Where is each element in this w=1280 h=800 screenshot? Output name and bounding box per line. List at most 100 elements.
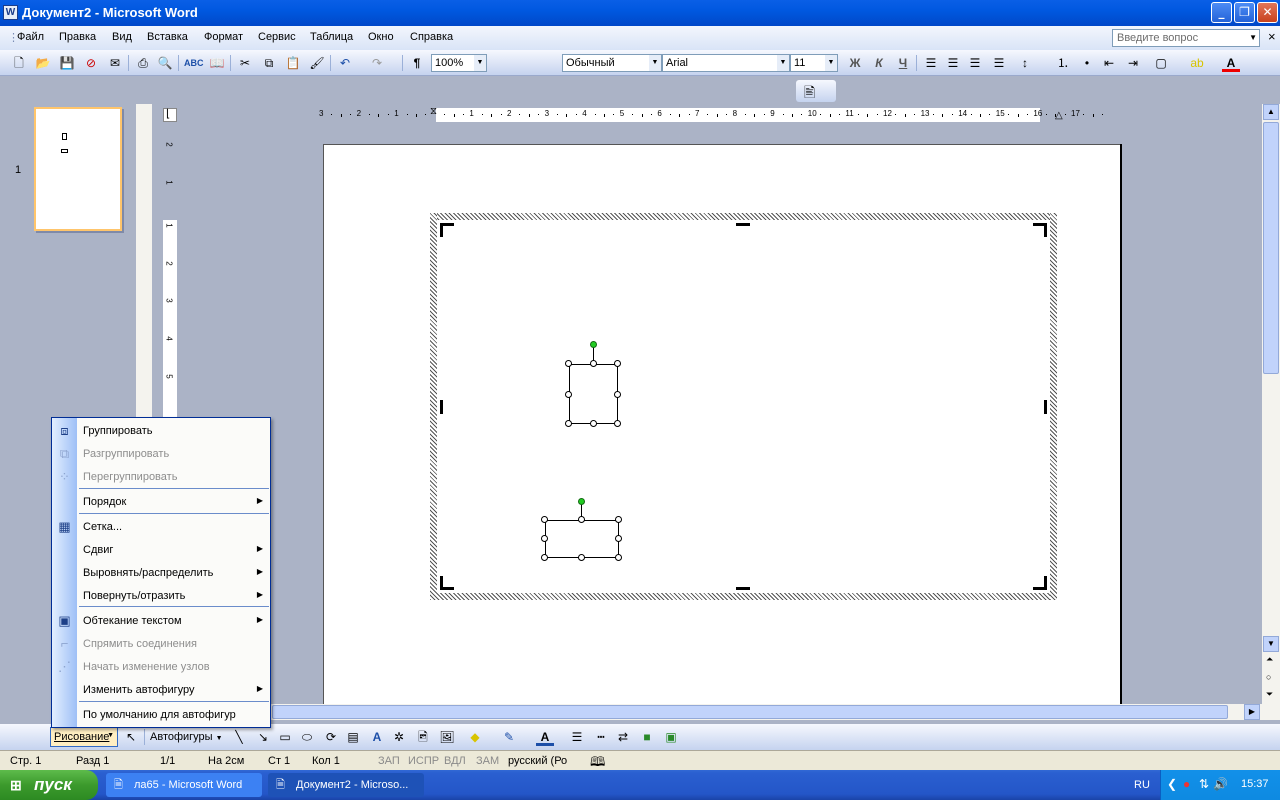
context-menu-item[interactable]: ⧈ Группировать	[52, 420, 270, 442]
scroll-right-icon[interactable]: ▶	[1244, 704, 1260, 720]
clipart-icon[interactable]: 🖻	[414, 728, 432, 746]
indent-marker-icon[interactable]: ⧖	[430, 106, 437, 117]
resize-handle[interactable]	[590, 360, 597, 367]
title-bar[interactable]: W Документ2 - Microsoft Word _ ❐ ✕	[0, 0, 1280, 26]
line-icon[interactable]: ╲	[230, 728, 248, 746]
font-select[interactable]: Arial ▼	[662, 54, 790, 72]
canvas-crop-handle[interactable]	[736, 587, 750, 590]
menu-insert[interactable]: Вставка	[147, 31, 188, 43]
resize-handle[interactable]	[565, 391, 572, 398]
resize-handle[interactable]	[565, 420, 572, 427]
status-ovr[interactable]: ЗАМ	[476, 755, 499, 767]
textbox-icon[interactable]: ⟳	[322, 728, 340, 746]
resize-handle[interactable]	[541, 535, 548, 542]
resize-handle[interactable]	[614, 360, 621, 367]
autoshapes-button[interactable]: Автофигуры ▼	[150, 731, 223, 743]
font-color-icon[interactable]: A	[1222, 54, 1240, 72]
resize-handle[interactable]	[541, 516, 548, 523]
network-icon[interactable]: ⇅	[1199, 777, 1209, 791]
save-icon[interactable]: 💾	[58, 54, 76, 72]
reading-layout-button[interactable]: 🖹	[796, 80, 836, 102]
zoom-select[interactable]: 100% ▼	[431, 54, 487, 72]
fill-color-icon[interactable]: ◆	[466, 728, 484, 746]
resize-handle[interactable]	[578, 554, 585, 561]
resize-handle[interactable]	[614, 420, 621, 427]
resize-handle[interactable]	[615, 554, 622, 561]
status-language[interactable]: русский (Ро	[508, 755, 567, 767]
redo-icon[interactable]: ↷	[368, 54, 386, 72]
bullets-icon[interactable]: •	[1078, 54, 1096, 72]
previous-page-icon[interactable]: ⏶	[1266, 654, 1273, 665]
menu-file[interactable]: Файл	[17, 31, 44, 43]
rectangle-shape[interactable]	[545, 520, 619, 558]
resize-handle[interactable]	[614, 391, 621, 398]
canvas-crop-handle[interactable]	[440, 576, 454, 590]
bold-button[interactable]: Ж	[846, 54, 864, 72]
right-indent-marker-icon[interactable]: △	[1055, 110, 1063, 121]
diagram-icon[interactable]: ✲	[390, 728, 408, 746]
spelling-icon[interactable]: ABC	[184, 54, 204, 72]
status-rec[interactable]: ЗАП	[378, 755, 400, 767]
chevron-down-icon[interactable]: ▼	[649, 55, 661, 71]
word-app-icon[interactable]: W	[3, 5, 18, 20]
page-thumbnail[interactable]	[34, 107, 122, 231]
permission-icon[interactable]: ⊘	[82, 54, 100, 72]
canvas-crop-handle[interactable]	[1033, 576, 1047, 590]
context-menu-item[interactable]: Сдвиг ▶	[52, 539, 270, 561]
resize-handle[interactable]	[565, 360, 572, 367]
rotate-handle[interactable]	[578, 498, 585, 505]
resize-handle[interactable]	[615, 535, 622, 542]
show-formatting-icon[interactable]: ¶	[408, 54, 426, 72]
context-menu-item[interactable]: Выровнять/распределить ▶	[52, 562, 270, 584]
ask-question-input[interactable]: Введите вопрос ▼	[1112, 29, 1260, 47]
horizontal-scrollbar[interactable]: ▶	[270, 704, 1262, 720]
line-color-icon[interactable]: ✎	[500, 728, 518, 746]
chevron-down-icon[interactable]: ▼	[474, 55, 486, 71]
chevron-down-icon[interactable]: ▼	[1249, 30, 1257, 46]
restore-button[interactable]: ❐	[1234, 2, 1255, 23]
3d-style-icon[interactable]: ▣	[662, 728, 680, 746]
arrow-icon[interactable]: ↘	[254, 728, 272, 746]
scroll-down-icon[interactable]: ▼	[1263, 636, 1279, 652]
wordart-icon[interactable]: A	[368, 728, 386, 746]
undo-icon[interactable]: ↶	[336, 54, 354, 72]
chevron-down-icon[interactable]: ▼	[777, 55, 789, 71]
taskbar-item-active[interactable]: 🗎 Документ2 - Microso...	[268, 773, 424, 797]
context-menu-item[interactable]: Изменить автофигуру ▶	[52, 679, 270, 701]
rectangle-shape[interactable]	[569, 364, 618, 424]
format-painter-icon[interactable]: 🖌	[308, 54, 326, 72]
scroll-thumb[interactable]	[1263, 122, 1279, 374]
menu-view[interactable]: Вид	[112, 31, 132, 43]
canvas-crop-handle[interactable]	[1033, 223, 1047, 237]
print-icon[interactable]: ⎙	[134, 54, 152, 72]
context-menu-item[interactable]: ▦ Сетка...	[52, 516, 270, 538]
draw-menu-button[interactable]: Рисование ▼	[50, 727, 118, 747]
next-page-icon[interactable]: ⏷	[1266, 689, 1273, 700]
align-left-icon[interactable]: ☰	[922, 54, 940, 72]
context-menu-item[interactable]: По умолчанию для автофигур	[52, 704, 270, 726]
menu-tools[interactable]: Сервис	[258, 31, 296, 43]
document-page[interactable]	[323, 144, 1120, 704]
start-button[interactable]: ⊞ пуск	[0, 770, 98, 800]
menu-format[interactable]: Формат	[204, 31, 243, 43]
vertical-ruler[interactable]: 2 1 1 2 3 4 5	[163, 136, 177, 418]
research-icon[interactable]: 📖	[208, 54, 226, 72]
context-menu-item[interactable]: Порядок ▶	[52, 491, 270, 513]
menu-window[interactable]: Окно	[368, 31, 394, 43]
rectangle-icon[interactable]: ▭	[276, 728, 294, 746]
close-document-icon[interactable]: ×	[1268, 29, 1276, 44]
line-style-icon[interactable]: ☰	[568, 728, 586, 746]
canvas-crop-handle[interactable]	[440, 223, 454, 237]
open-folder-icon[interactable]: 📂	[34, 54, 52, 72]
clock[interactable]: 15:37	[1241, 778, 1269, 790]
browse-object-icon[interactable]: ○	[1266, 672, 1271, 682]
resize-handle[interactable]	[615, 516, 622, 523]
chevron-down-icon[interactable]: ▼	[825, 55, 837, 71]
align-right-icon[interactable]: ☰	[966, 54, 984, 72]
email-icon[interactable]: ✉	[106, 54, 124, 72]
increase-indent-icon[interactable]: ⇥	[1124, 54, 1142, 72]
scroll-up-icon[interactable]: ▲	[1263, 104, 1279, 120]
context-menu-item[interactable]: ▣ Обтекание текстом ▶	[52, 610, 270, 632]
resize-handle[interactable]	[590, 420, 597, 427]
vertical-scrollbar[interactable]: ▲ ▼ ⏶ ○ ⏷	[1262, 104, 1280, 720]
